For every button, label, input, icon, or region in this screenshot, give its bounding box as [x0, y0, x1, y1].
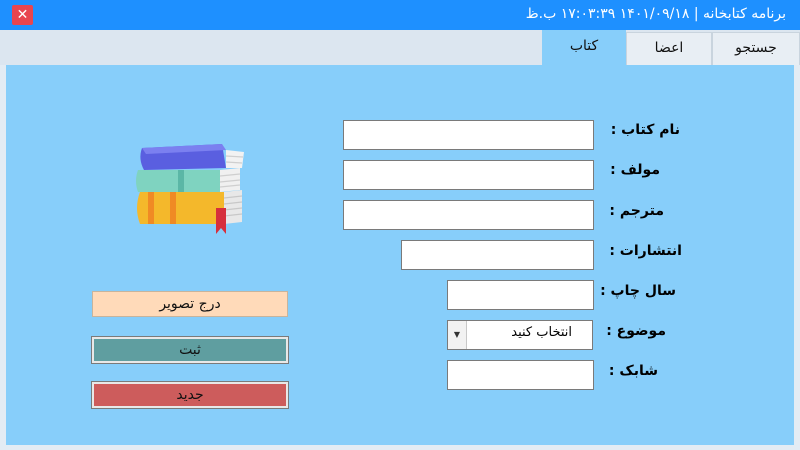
author-label: مولف : — [610, 162, 660, 178]
title-bar: ✕ برنامه کتابخانه | ۱۴۰۱/۰۹/۱۸ ۱۷:۰۳:۳۹ … — [0, 0, 800, 30]
books-stack-icon — [136, 144, 244, 234]
subject-selected-value: انتخاب کنید — [511, 325, 572, 340]
subject-label: موضوع : — [606, 323, 666, 339]
window-title: برنامه کتابخانه | ۱۴۰۱/۰۹/۱۸ ۱۷:۰۳:۳۹ ب.… — [525, 6, 786, 22]
year-label: سال چاپ : — [600, 283, 676, 299]
close-button[interactable]: ✕ — [12, 5, 33, 25]
publisher-field[interactable] — [401, 240, 594, 270]
insert-image-button[interactable]: درج تصویر — [92, 291, 288, 317]
tab-search[interactable]: جستجو — [712, 32, 800, 65]
close-icon: ✕ — [16, 7, 29, 23]
publisher-label: انتشارات : — [609, 243, 682, 259]
year-field[interactable] — [447, 280, 594, 310]
translator-field[interactable] — [343, 200, 594, 230]
translator-label: مترجم : — [609, 203, 664, 219]
chevron-down-icon[interactable]: ▼ — [448, 321, 467, 349]
subject-dropdown[interactable]: ▼ انتخاب کنید — [447, 320, 593, 350]
new-button[interactable]: جدید — [91, 381, 289, 409]
tab-members[interactable]: اعضا — [626, 32, 712, 65]
isbn-label: شابک : — [608, 363, 658, 379]
isbn-field[interactable] — [447, 360, 594, 390]
book-name-field[interactable] — [343, 120, 594, 150]
tab-search-label: جستجو — [735, 40, 777, 56]
tab-strip: جستجو اعضا کتاب — [0, 30, 800, 66]
tab-book-label: کتاب — [569, 38, 599, 54]
author-field[interactable] — [343, 160, 594, 190]
save-button[interactable]: ثبت — [91, 336, 289, 364]
tab-book[interactable]: کتاب — [542, 30, 626, 66]
book-name-label: نام کتاب : — [610, 122, 680, 138]
tab-members-label: اعضا — [654, 40, 684, 56]
